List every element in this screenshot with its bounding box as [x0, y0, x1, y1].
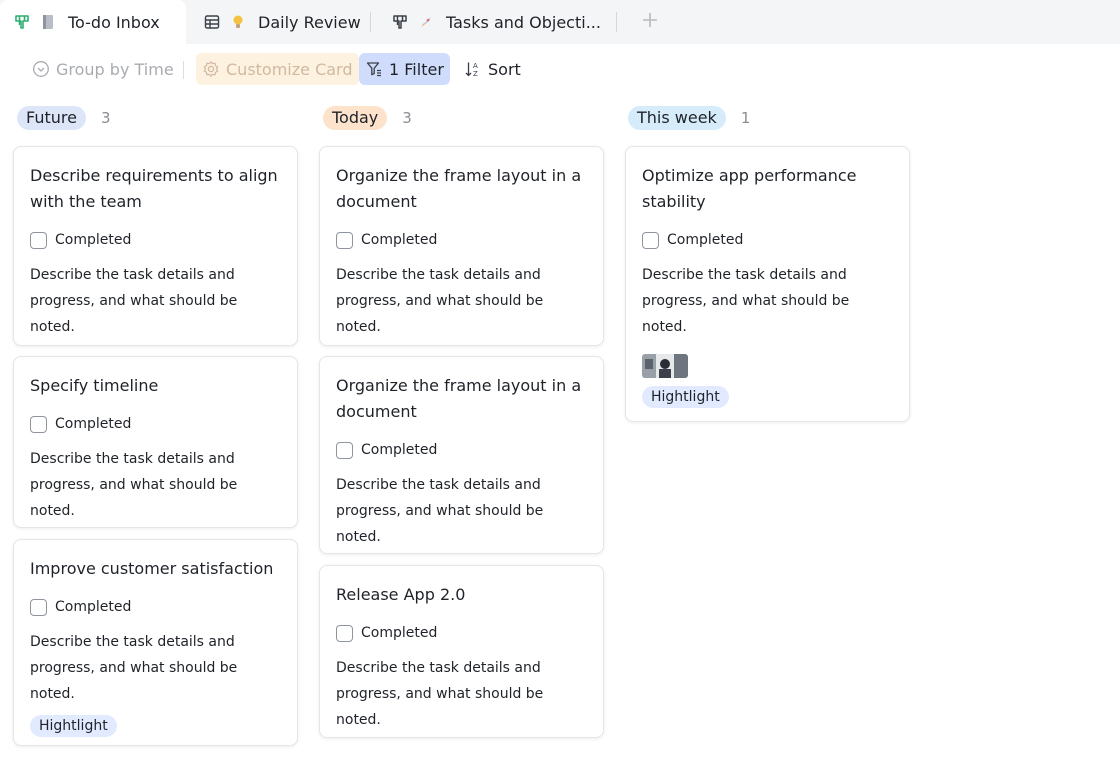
sort-icon: AZ — [464, 60, 482, 78]
filter-icon — [365, 60, 383, 78]
table-icon — [204, 14, 220, 30]
kanban-icon — [392, 14, 408, 30]
card-title: Organize the frame layout in a document — [336, 376, 582, 421]
card-description: Describe the task details and progress, … — [642, 267, 850, 335]
card-title: Release App 2.0 — [336, 585, 466, 604]
plus-icon — [641, 11, 659, 33]
svg-text:A: A — [473, 62, 478, 70]
completed-label: Completed — [361, 442, 438, 458]
completed-checkbox[interactable] — [30, 415, 47, 433]
svg-text:Z: Z — [473, 70, 478, 78]
column-header-this-week: This week 1 — [628, 106, 750, 130]
task-card[interactable]: Organize the frame layout in a document … — [319, 146, 604, 346]
sort-button[interactable]: AZ Sort — [459, 53, 526, 85]
task-card[interactable]: Optimize app performance stability Compl… — [625, 146, 910, 422]
completed-checkbox[interactable] — [642, 231, 659, 249]
column-header-future: Future 3 — [17, 106, 111, 130]
card-title: Optimize app performance stability — [642, 166, 857, 211]
card-title: Organize the frame layout in a document — [336, 166, 582, 211]
add-view-button[interactable] — [638, 10, 662, 34]
tab-label: To-do Inbox — [68, 12, 160, 32]
rocket-icon — [418, 14, 434, 30]
task-card[interactable]: Improve customer satisfaction Completed … — [13, 539, 298, 746]
column-count: 1 — [740, 109, 751, 127]
group-by-time-button[interactable]: Group by Time — [27, 53, 179, 85]
task-card[interactable]: Specify timeline Completed Describe the … — [13, 356, 298, 528]
column-tag[interactable]: This week — [628, 106, 726, 130]
kanban-icon — [14, 14, 30, 30]
column-tag[interactable]: Today — [323, 106, 388, 130]
filter-button[interactable]: 1 Filter — [359, 53, 450, 85]
card-description: Describe the task details and progress, … — [336, 267, 544, 335]
completed-label: Completed — [361, 625, 438, 641]
lightbulb-icon — [230, 14, 246, 30]
notebook-icon — [40, 14, 56, 30]
completed-label: Completed — [55, 599, 132, 615]
view-toolbar: Group by Time Customize Card 1 Filter AZ… — [0, 44, 1120, 96]
tab-label: Daily Review — [258, 12, 361, 32]
completed-label: Completed — [667, 232, 744, 248]
group-by-label: Group by Time — [56, 59, 174, 79]
customize-card-button[interactable]: Customize Card — [196, 53, 359, 85]
task-card[interactable]: Describe requirements to align with the … — [13, 146, 298, 346]
tab-divider — [370, 12, 371, 32]
column-tag[interactable]: Future — [17, 106, 86, 130]
tab-tasks-and-objectives[interactable]: Tasks and Objecti... — [392, 0, 601, 44]
card-title: Describe requirements to align with the … — [30, 166, 278, 211]
completed-checkbox[interactable] — [336, 624, 353, 642]
completed-checkbox[interactable] — [336, 441, 353, 459]
card-title: Specify timeline — [30, 376, 159, 395]
highlight-tag: Hightlight — [642, 386, 729, 408]
attachment-thumbnail[interactable] — [642, 354, 688, 378]
card-description: Describe the task details and progress, … — [30, 634, 238, 702]
completed-checkbox[interactable] — [336, 231, 353, 249]
tab-label: Tasks and Objecti... — [446, 12, 601, 32]
customize-card-label: Customize Card — [226, 59, 353, 79]
card-description: Describe the task details and progress, … — [336, 660, 544, 728]
column-count: 3 — [402, 109, 412, 127]
highlight-tag: Hightlight — [30, 715, 117, 737]
completed-checkbox[interactable] — [30, 231, 47, 249]
column-count: 3 — [100, 109, 111, 127]
toolbar-divider — [183, 61, 184, 79]
completed-label: Completed — [55, 232, 132, 248]
card-title: Improve customer satisfaction — [30, 559, 274, 578]
tab-divider — [616, 12, 617, 32]
card-description: Describe the task details and progress, … — [336, 477, 544, 545]
chevron-circle-icon — [32, 60, 50, 78]
card-description: Describe the task details and progress, … — [30, 267, 238, 335]
filter-label: 1 Filter — [389, 59, 444, 79]
tab-to-do-inbox[interactable]: To-do Inbox — [0, 0, 186, 44]
card-description: Describe the task details and progress, … — [30, 451, 238, 519]
column-header-today: Today 3 — [323, 106, 412, 130]
task-card[interactable]: Release App 2.0 Completed Describe the t… — [319, 565, 604, 738]
completed-label: Completed — [361, 232, 438, 248]
gear-icon — [202, 60, 220, 78]
sort-label: Sort — [488, 59, 521, 79]
completed-label: Completed — [55, 416, 132, 432]
task-card[interactable]: Organize the frame layout in a document … — [319, 356, 604, 554]
completed-checkbox[interactable] — [30, 598, 47, 616]
view-tab-bar: To-do Inbox Daily Review Tasks and Objec… — [0, 0, 1120, 44]
tab-daily-review[interactable]: Daily Review — [204, 0, 361, 44]
